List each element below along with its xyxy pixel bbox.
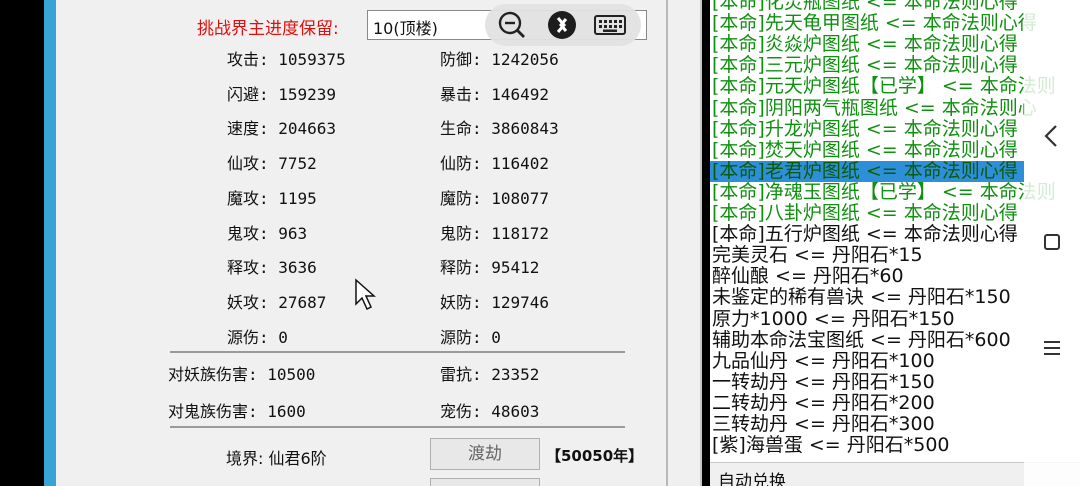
list-item[interactable]: [紫]海兽蛋 <= 丹阳石*500 (712, 435, 950, 456)
list-item[interactable]: [本命]净魂玉图纸【已学】 <= 本命法则 (712, 181, 1056, 203)
partial-button[interactable] (430, 478, 540, 486)
divider (170, 426, 625, 428)
list-item[interactable]: 三转劫丹 <= 丹阳石*300 (712, 414, 935, 435)
stat-right-0: 防御: 1242056 (440, 50, 559, 69)
stat-left-2: 速度: 204663 (227, 119, 337, 139)
damage-vs-demon: 对妖族伤害: 10500 (168, 365, 316, 384)
list-item[interactable]: [本命]元天炉图纸【已学】 <= 本命法则 (712, 76, 1056, 97)
list-item[interactable]: [本命]升龙炉图纸 <= 本命法则心得 (712, 118, 1018, 140)
mouse-cursor-icon (355, 278, 376, 311)
character-stats-window (56, 0, 668, 486)
keyboard-icon[interactable] (593, 10, 627, 40)
damage-vs-ghost: 对鬼族伤害: 1600 (168, 402, 306, 421)
list-item[interactable]: [本命]炎焱炉图纸 <= 本命法则心得 (712, 34, 1018, 55)
challenge-progress-value: 10(顶楼) (373, 19, 438, 38)
list-item[interactable]: [本命]五行炉图纸 <= 本命法则心得 (712, 224, 1018, 245)
stat-right-8: 源防: 0 (440, 327, 501, 347)
stat-right-4: 魔防: 108077 (440, 188, 550, 208)
list-item[interactable]: [本命]八卦炉图纸 <= 本命法则心得 (712, 203, 1018, 224)
stat-left-0: 攻击: 1059375 (227, 50, 346, 69)
thunder-resist: 雷抗: 23352 (440, 365, 540, 384)
stat-left-7: 妖攻: 27687 (227, 292, 327, 312)
tribulation-button[interactable]: 渡劫 (430, 438, 540, 470)
stat-left-4: 魔攻: 1195 (227, 188, 317, 208)
chevron-left-icon[interactable] (1038, 122, 1066, 150)
stat-left-6: 释攻: 3636 (227, 258, 317, 278)
auto-exchange-label[interactable]: 自动兑换 (718, 467, 786, 486)
stat-right-7: 妖防: 129746 (440, 292, 550, 312)
realm-label: 境界: 仙君6阶 (226, 449, 327, 468)
pet-damage: 宠伤: 48603 (440, 402, 540, 421)
list-item[interactable]: 九品仙丹 <= 丹阳石*100 (712, 350, 935, 372)
side-nav-overlay (1024, 0, 1080, 486)
menu-icon[interactable] (1038, 334, 1066, 362)
square-icon[interactable] (1038, 228, 1066, 256)
stat-left-5: 鬼攻: 963 (227, 223, 308, 243)
left-black-area (0, 0, 44, 486)
list-item[interactable]: 未鉴定的稀有兽诀 <= 丹阳石*150 (712, 287, 1011, 308)
stat-left-1: 闪避: 159239 (227, 84, 337, 104)
stat-right-5: 鬼防: 118172 (440, 223, 550, 243)
stat-left-3: 仙攻: 7752 (227, 154, 317, 174)
list-item[interactable]: [本命]阴阳两气瓶图纸 <= 本命法则心 (712, 97, 1037, 119)
list-item[interactable]: 醉仙酿 <= 丹阳石*60 (712, 266, 904, 287)
panel-border (700, 0, 702, 486)
list-item[interactable]: [本命]先天龟甲图纸 <= 本命法则心得 (712, 13, 1037, 34)
screen: 挑战界主进度保留: 10(顶楼) 攻击: 1059375 闪避: 159239 … (0, 0, 1080, 486)
floating-toolbar (485, 4, 641, 46)
stat-right-1: 暴击: 146492 (440, 84, 550, 104)
list-item[interactable]: [本命]老君炉图纸 <= 本命法则心得 (710, 160, 1024, 182)
list-item[interactable]: 二转劫丹 <= 丹阳石*200 (712, 392, 935, 414)
remote-connect-icon[interactable] (547, 10, 577, 40)
list-item[interactable]: 辅助本命法宝图纸 <= 丹阳石*600 (712, 329, 1011, 351)
list-item[interactable]: 一转劫丹 <= 丹阳石*150 (712, 371, 935, 393)
stat-right-6: 释防: 95412 (440, 258, 540, 278)
years-badge: 【50050年】 (546, 447, 644, 465)
challenge-progress-label: 挑战界主进度保留: (197, 19, 339, 39)
panel-gap (668, 0, 702, 486)
list-item[interactable]: 原力*1000 <= 丹阳石*150 (712, 308, 955, 330)
list-item[interactable]: [本命]化灵瓶图纸 <= 本命法则心得 (712, 0, 1018, 13)
stat-right-2: 生命: 3860843 (440, 119, 559, 139)
list-item[interactable]: [本命]焚天炉图纸 <= 本命法则心得 (712, 139, 1018, 161)
left-accent-bar (44, 0, 56, 486)
list-item[interactable]: 完美灵石 <= 丹阳石*15 (712, 245, 923, 266)
stat-right-3: 仙防: 116402 (440, 154, 550, 174)
list-item[interactable]: [本命]三元炉图纸 <= 本命法则心得 (712, 55, 1018, 76)
divider (170, 351, 625, 353)
zoom-out-icon[interactable] (497, 10, 527, 40)
stat-left-8: 源伤: 0 (227, 327, 288, 347)
